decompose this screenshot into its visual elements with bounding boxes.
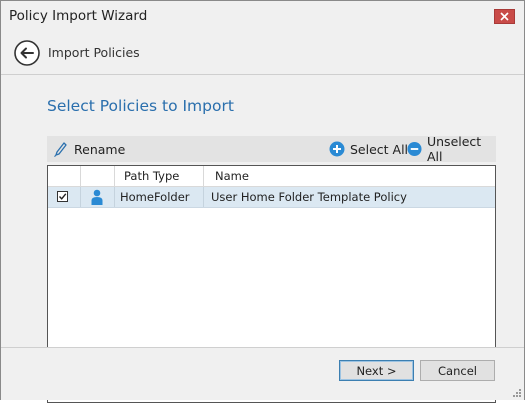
cell-separator — [114, 187, 115, 207]
table-row[interactable]: HomeFolder User Home Folder Template Pol… — [48, 187, 495, 208]
unselect-all-label: Unselect All — [426, 134, 482, 164]
cell-name: User Home Folder Template Policy — [211, 190, 407, 204]
column-separator — [80, 166, 81, 186]
resize-grip-icon[interactable] — [512, 388, 522, 398]
select-all-label: Select All — [350, 141, 409, 157]
back-button[interactable] — [13, 39, 41, 67]
wizard-footer: Next > Cancel — [1, 347, 524, 400]
close-button[interactable] — [494, 9, 515, 24]
unselect-all-button[interactable]: Unselect All — [407, 134, 496, 164]
user-icon — [91, 189, 103, 205]
plus-circle-icon — [329, 141, 345, 157]
cell-separator — [203, 187, 204, 207]
rename-button[interactable]: Rename — [53, 136, 125, 162]
close-icon — [500, 12, 509, 21]
column-header-name[interactable]: Name — [215, 166, 249, 186]
cancel-button[interactable]: Cancel — [420, 360, 495, 381]
window-title: Policy Import Wizard — [9, 8, 148, 24]
minus-circle-icon — [407, 141, 422, 157]
select-all-button[interactable]: Select All — [329, 136, 408, 162]
next-button[interactable]: Next > — [339, 360, 414, 381]
column-header-path-type[interactable]: Path Type — [124, 166, 179, 186]
column-separator — [114, 166, 115, 186]
grid-header: Path Type Name — [48, 166, 495, 187]
pen-icon — [54, 142, 67, 157]
wizard-header: Import Policies — [1, 32, 524, 75]
cell-separator — [80, 187, 81, 207]
cell-path-type: HomeFolder — [120, 190, 190, 204]
rename-label: Rename — [74, 141, 126, 157]
row-checkbox[interactable] — [57, 191, 68, 202]
title-bar[interactable]: Policy Import Wizard — [1, 1, 524, 32]
back-arrow-icon — [14, 40, 40, 66]
page-title: Import Policies — [48, 45, 140, 60]
column-separator — [203, 166, 204, 186]
checkmark-icon — [58, 193, 67, 200]
section-title: Select Policies to Import — [47, 97, 234, 115]
wizard-window: Policy Import Wizard Import Policies Sel… — [0, 0, 525, 403]
grid-toolbar: Rename Select All Unselect All — [47, 134, 496, 164]
main-content: Select Policies to Import Rename Select … — [1, 75, 524, 403]
